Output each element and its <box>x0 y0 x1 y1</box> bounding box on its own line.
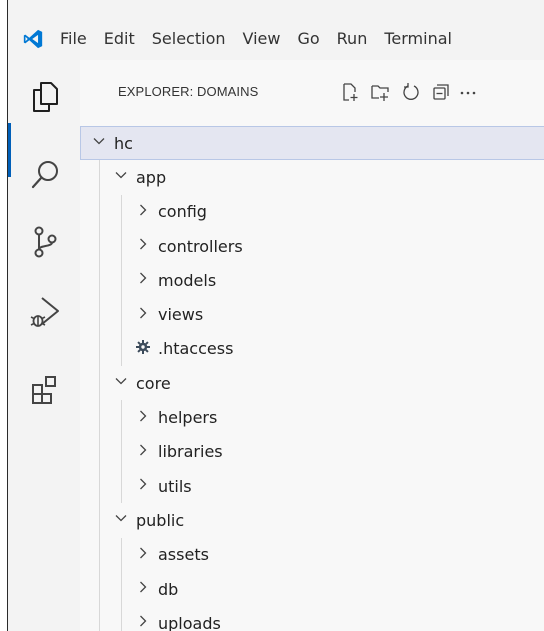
tree-item-label: helpers <box>158 408 218 428</box>
menu-view[interactable]: View <box>243 29 281 48</box>
menu-file[interactable]: File <box>60 29 87 48</box>
indent-guide <box>121 400 122 435</box>
tree-folder-row[interactable]: controllers <box>80 228 544 264</box>
indent-guide <box>99 228 100 264</box>
indent-guide <box>99 468 100 504</box>
chevron-down-icon[interactable] <box>112 511 130 529</box>
indent-guide <box>99 434 100 469</box>
chevron-right-icon[interactable] <box>134 477 152 495</box>
indent-guide <box>121 571 122 607</box>
tree-item-label: public <box>136 510 185 530</box>
tree-folder-row[interactable]: app <box>80 160 544 195</box>
indent-guide <box>99 297 100 332</box>
explorer-sidebar: EXPLORER: DOMAINS hc app config controll… <box>80 60 544 631</box>
chevron-right-icon[interactable] <box>134 580 152 598</box>
run-debug-icon[interactable] <box>30 295 60 329</box>
more-actions-icon[interactable] <box>458 82 478 102</box>
chevron-right-icon[interactable] <box>134 443 152 461</box>
indent-guide <box>121 228 122 264</box>
menu-run[interactable]: Run <box>337 29 368 48</box>
menu-selection[interactable]: Selection <box>152 29 226 48</box>
extensions-icon[interactable] <box>30 373 60 407</box>
tree-item-label: utils <box>158 476 192 496</box>
tree-item-label: libraries <box>158 442 223 462</box>
tree-folder-row[interactable]: uploads <box>80 606 544 631</box>
tree-item-label: db <box>158 579 179 599</box>
indent-guide <box>99 537 100 572</box>
activity-bar <box>8 60 80 631</box>
menu-edit[interactable]: Edit <box>104 29 135 48</box>
chevron-right-icon[interactable] <box>134 306 152 324</box>
chevron-right-icon[interactable] <box>134 237 152 255</box>
file-tree: hc app config controllers models views .htacce… <box>80 126 544 631</box>
tree-folder-row[interactable]: core <box>80 366 544 401</box>
explorer-title: EXPLORER: DOMAINS <box>118 84 259 99</box>
indent-guide <box>99 400 100 435</box>
tree-folder-row[interactable]: config <box>80 194 544 229</box>
chevron-down-icon[interactable] <box>90 134 108 152</box>
indent-guide <box>121 194 122 229</box>
tree-item-label: assets <box>158 545 209 565</box>
gear-icon <box>134 339 152 359</box>
tree-item-label: core <box>136 373 171 393</box>
tree-folder-row[interactable]: libraries <box>80 434 544 469</box>
tree-item-label: hc <box>114 133 133 153</box>
indent-guide <box>121 606 122 631</box>
indent-guide <box>99 263 100 298</box>
search-icon[interactable] <box>30 158 60 192</box>
tree-item-label: app <box>136 167 167 187</box>
collapse-all-icon[interactable] <box>431 82 451 102</box>
indent-guide <box>99 503 100 538</box>
indent-guide <box>121 331 122 367</box>
tree-item-label: views <box>158 305 204 325</box>
tree-folder-row[interactable]: db <box>80 571 544 607</box>
chevron-right-icon[interactable] <box>134 271 152 289</box>
chevron-right-icon[interactable] <box>134 203 152 221</box>
explorer-icon[interactable] <box>30 80 60 114</box>
vscode-window: File Edit Selection View Go Run Terminal <box>7 0 544 631</box>
tree-item-label: .htaccess <box>158 339 234 359</box>
menu-go[interactable]: Go <box>297 29 319 48</box>
tree-item-label: config <box>158 202 207 222</box>
tree-item-label: controllers <box>158 236 243 256</box>
active-view-indicator <box>8 123 11 177</box>
tree-folder-row[interactable]: views <box>80 297 544 332</box>
vscode-logo-icon <box>23 29 43 49</box>
chevron-down-icon[interactable] <box>112 374 130 392</box>
tree-file-row[interactable]: .htaccess <box>80 331 544 367</box>
title-bar: File Edit Selection View Go Run Terminal <box>8 0 544 60</box>
tree-folder-row[interactable]: public <box>80 503 544 538</box>
explorer-header: EXPLORER: DOMAINS <box>80 60 544 120</box>
indent-guide <box>99 571 100 607</box>
source-control-icon[interactable] <box>30 225 60 259</box>
indent-guide <box>121 297 122 332</box>
tree-folder-row[interactable]: hc <box>80 126 544 161</box>
new-folder-icon[interactable] <box>370 82 390 102</box>
chevron-right-icon[interactable] <box>134 614 152 631</box>
tree-folder-row[interactable]: helpers <box>80 400 544 435</box>
new-file-icon[interactable] <box>340 82 360 102</box>
tree-item-label: uploads <box>158 613 221 631</box>
chevron-right-icon[interactable] <box>134 546 152 564</box>
indent-guide <box>99 194 100 229</box>
chevron-right-icon[interactable] <box>134 409 152 427</box>
indent-guide <box>121 263 122 298</box>
menu-terminal[interactable]: Terminal <box>384 29 452 48</box>
tree-folder-row[interactable]: assets <box>80 537 544 572</box>
indent-guide <box>99 331 100 367</box>
refresh-icon[interactable] <box>401 82 421 102</box>
indent-guide <box>121 434 122 469</box>
indent-guide <box>99 366 100 401</box>
tree-item-label: models <box>158 270 217 290</box>
indent-guide <box>121 537 122 572</box>
indent-guide <box>121 468 122 504</box>
tree-folder-row[interactable]: utils <box>80 468 544 504</box>
tree-folder-row[interactable]: models <box>80 263 544 298</box>
indent-guide <box>99 160 100 195</box>
chevron-down-icon[interactable] <box>112 168 130 186</box>
indent-guide <box>99 606 100 631</box>
menu-bar: File Edit Selection View Go Run Terminal <box>60 29 469 48</box>
